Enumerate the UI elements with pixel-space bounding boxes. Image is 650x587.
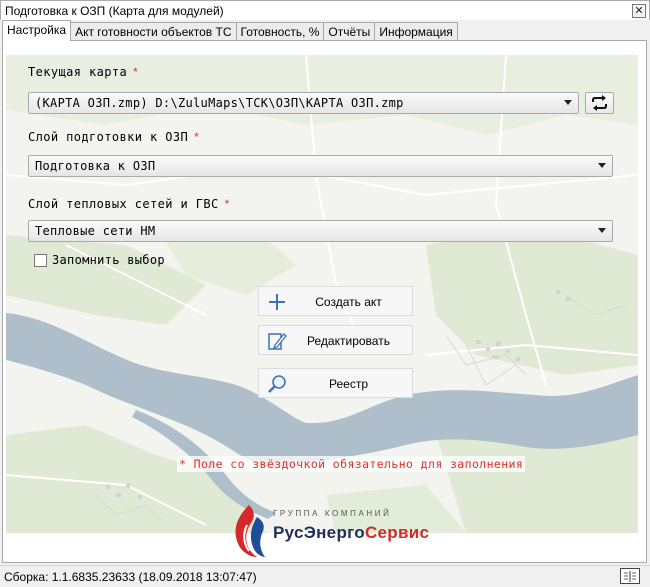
logo-group-text: ГРУППА КОМПАНИЙ [273, 509, 392, 518]
create-act-label: Создать акт [315, 295, 382, 309]
required-mark: * [194, 130, 200, 144]
heat-layer-select[interactable]: Тепловые сети НМ [28, 220, 613, 242]
tab-reports[interactable]: Отчёты [323, 22, 376, 41]
company-logo: ГРУППА КОМПАНИЙ РусЭнергоСервис [227, 503, 429, 559]
prep-layer-select[interactable]: Подготовка к ОЗП [28, 155, 613, 177]
book-button[interactable] [620, 568, 640, 584]
logo-brand: РусЭнергоСервис [273, 523, 429, 543]
logo-brand-part2: Сервис [364, 523, 430, 542]
chevron-down-icon [598, 228, 606, 233]
remember-label[interactable]: Запомнить выбор [52, 253, 165, 267]
tab-readiness-act[interactable]: Акт готовности объектов ТС [70, 22, 237, 41]
logo-flame-icon [235, 505, 265, 557]
current-map-label: Текущая карта * [28, 65, 138, 79]
logo-brand-part1: РусЭнерго [273, 523, 365, 542]
remember-checkbox[interactable] [34, 254, 47, 267]
current-map-select[interactable]: (КАРТА ОЗП.zmp) D:\ZuluMaps\ТСК\ОЗП\КАРТ… [28, 92, 579, 114]
status-bar: Сборка: 1.1.6835.23633 (18.09.2018 13:07… [0, 565, 650, 587]
build-info: Сборка: 1.1.6835.23633 (18.09.2018 13:07… [4, 570, 257, 584]
prep-layer-value: Подготовка к ОЗП [35, 159, 156, 173]
refresh-button[interactable] [585, 92, 614, 114]
chevron-down-icon [598, 163, 606, 168]
required-mark: * [133, 65, 139, 79]
required-mark: * [224, 197, 230, 211]
prep-layer-label: Слой подготовки к ОЗП * [28, 130, 199, 144]
edit-label: Редактировать [307, 334, 390, 348]
settings-panel: Текущая карта * (КАРТА ОЗП.zmp) D:\ZuluMa… [2, 40, 647, 563]
book-icon [624, 571, 636, 582]
chevron-down-icon [564, 100, 572, 105]
required-note: * Поле со звёздочкой обязательно для зап… [177, 456, 526, 472]
heat-layer-value: Тепловые сети НМ [35, 224, 156, 238]
tab-information[interactable]: Информация [374, 22, 458, 41]
refresh-icon [592, 95, 607, 111]
heat-layer-label: Слой тепловых сетей и ГВС * [28, 197, 230, 211]
edit-button[interactable]: Редактировать [258, 325, 413, 355]
current-map-label-text: Текущая карта [28, 65, 128, 79]
tab-settings[interactable]: Настройка [2, 20, 72, 41]
title-bar: Подготовка к ОЗП (Карта для модулей) ✕ [0, 0, 650, 20]
prep-layer-label-text: Слой подготовки к ОЗП [28, 130, 189, 144]
tab-readiness-percent[interactable]: Готовность, % [235, 22, 325, 41]
heat-layer-label-text: Слой тепловых сетей и ГВС [28, 197, 219, 211]
registry-button[interactable]: Реестр [258, 368, 413, 398]
registry-label: Реестр [329, 377, 368, 391]
current-map-value: (КАРТА ОЗП.zmp) D:\ZuluMaps\ТСК\ОЗП\КАРТ… [35, 96, 404, 110]
tab-strip: Настройка Акт готовности объектов ТС Гот… [2, 20, 458, 41]
window-title: Подготовка к ОЗП (Карта для модулей) [5, 4, 224, 18]
create-act-button[interactable]: Создать акт [258, 286, 413, 316]
close-button[interactable]: ✕ [632, 4, 646, 18]
